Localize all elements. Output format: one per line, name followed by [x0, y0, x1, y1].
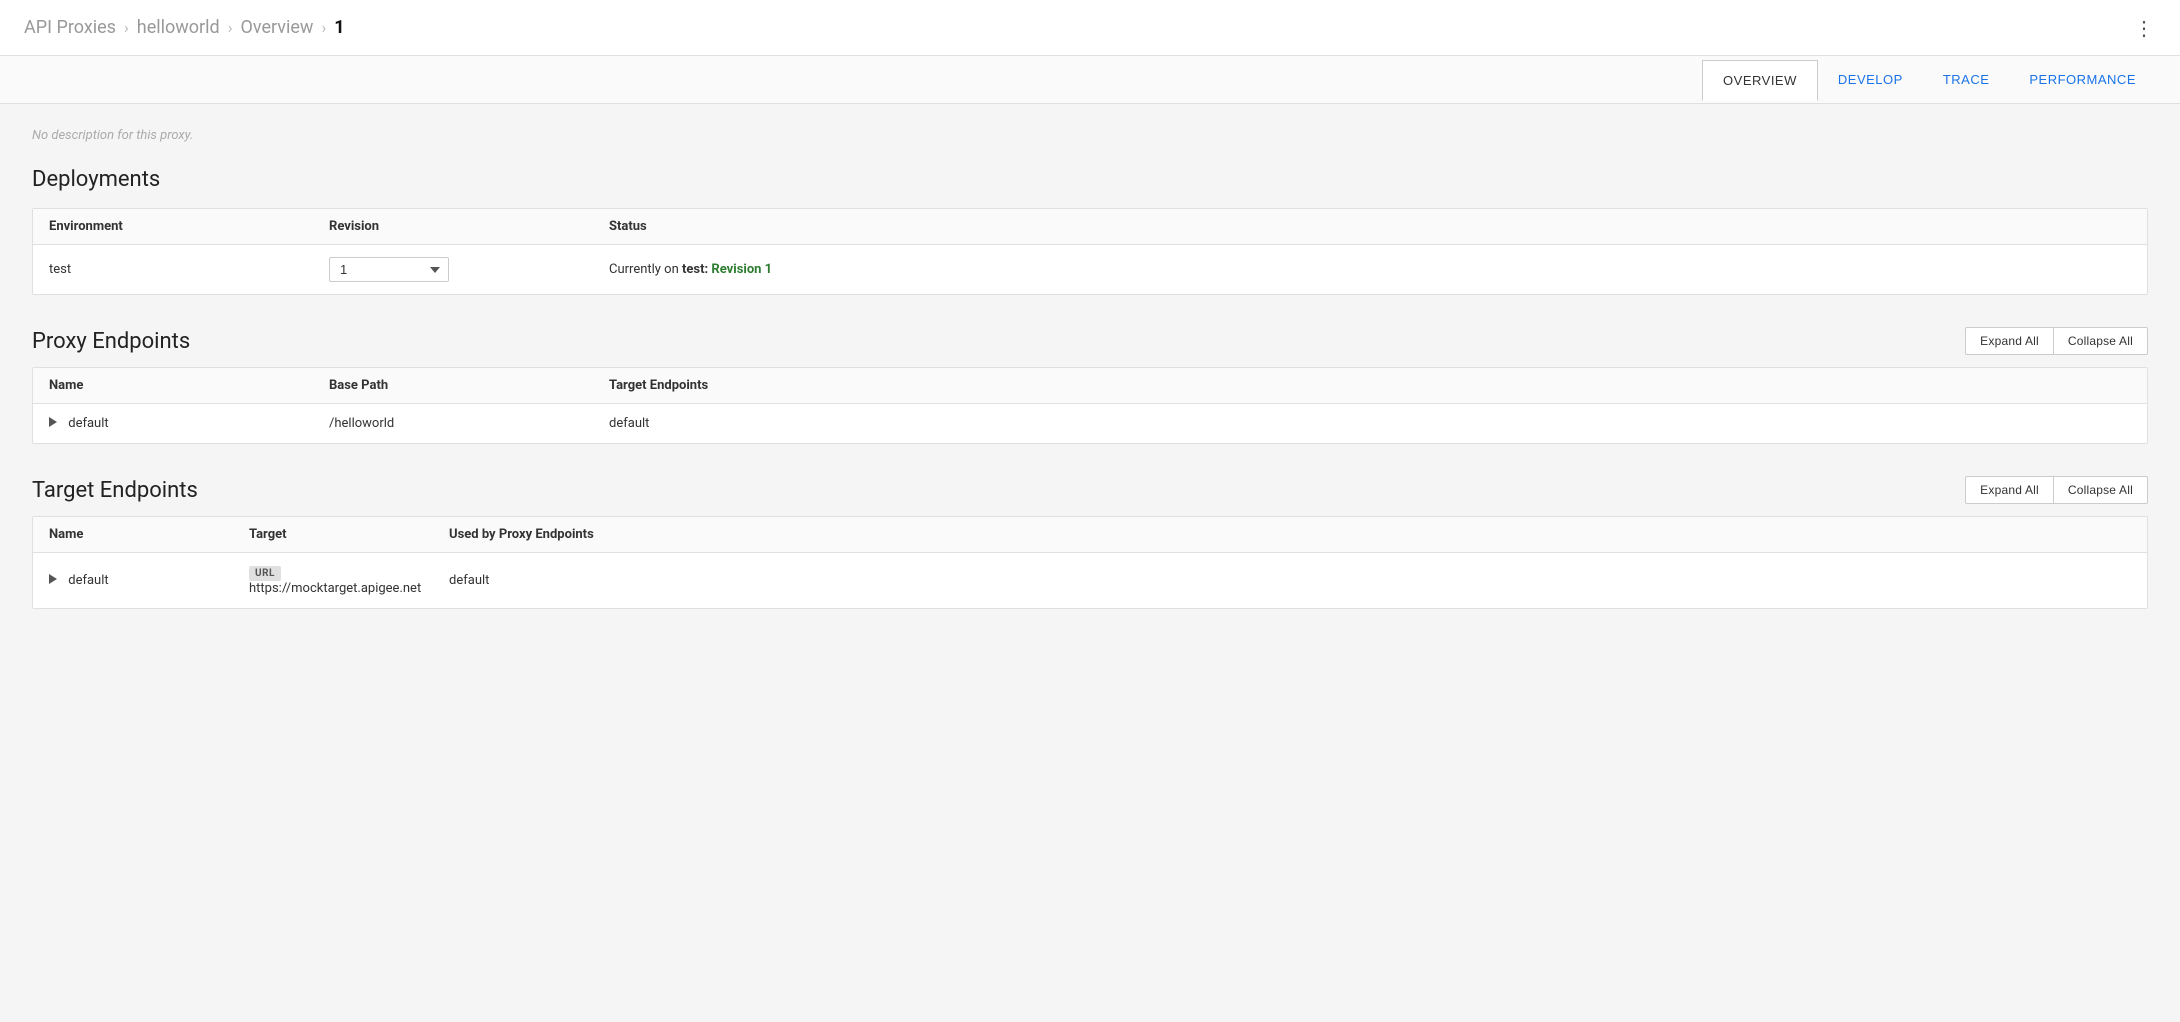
table-row: test 1 Currently on test: Revision 1: [33, 245, 2147, 294]
pe-name-label: default: [68, 416, 108, 431]
pe-name-cell: default: [49, 416, 329, 431]
te-name-cell: default: [49, 573, 249, 588]
tab-overview[interactable]: OVERVIEW: [1702, 60, 1818, 101]
proxy-description: No description for this proxy.: [32, 128, 2148, 143]
environment-cell: test: [49, 262, 329, 277]
col-te-name: Name: [49, 527, 249, 542]
deployments-table: Environment Revision Status test 1 Curre…: [32, 208, 2148, 295]
pe-expand-icon[interactable]: [49, 417, 57, 427]
proxy-endpoints-header: Name Base Path Target Endpoints: [33, 368, 2147, 404]
te-target-url: https://mocktarget.apigee.net: [249, 581, 421, 596]
col-pe-name: Name: [49, 378, 329, 393]
top-bar: API Proxies › helloworld › Overview › 1 …: [0, 0, 2180, 56]
target-endpoints-collapse-all[interactable]: Collapse All: [2053, 476, 2148, 504]
te-expand-icon[interactable]: [49, 574, 57, 584]
breadcrumb-overview[interactable]: Overview: [241, 17, 314, 38]
breadcrumb-api-proxies[interactable]: API Proxies: [24, 17, 116, 38]
deployments-title: Deployments: [32, 167, 2148, 192]
revision-select[interactable]: 1: [329, 257, 449, 282]
breadcrumb-sep-3: ›: [321, 18, 326, 37]
breadcrumb-helloworld[interactable]: helloworld: [137, 17, 220, 38]
proxy-endpoints-section-header: Proxy Endpoints Expand All Collapse All: [32, 327, 2148, 355]
target-endpoints-table: Name Target Used by Proxy Endpoints defa…: [32, 516, 2148, 609]
revision-cell: 1: [329, 257, 609, 282]
col-te-used-by: Used by Proxy Endpoints: [449, 527, 2131, 542]
te-target-cell: URLhttps://mocktarget.apigee.net: [249, 565, 449, 596]
tab-bar: OVERVIEW DEVELOP TRACE PERFORMANCE: [0, 56, 2180, 104]
proxy-endpoints-title: Proxy Endpoints: [32, 329, 190, 354]
status-prefix: Currently on: [609, 262, 679, 277]
proxy-endpoints-table: Name Base Path Target Endpoints default …: [32, 367, 2148, 444]
target-endpoints-section-header: Target Endpoints Expand All Collapse All: [32, 476, 2148, 504]
tab-develop[interactable]: DEVELOP: [1818, 60, 1923, 99]
url-badge: URL: [249, 566, 281, 581]
pe-basepath-cell: /helloworld: [329, 416, 609, 431]
target-endpoints-header: Name Target Used by Proxy Endpoints: [33, 517, 2147, 553]
target-endpoints-expand-all[interactable]: Expand All: [1965, 476, 2053, 504]
col-environment: Environment: [49, 219, 329, 234]
status-cell: Currently on test: Revision 1: [609, 262, 2131, 277]
status-green: Revision 1: [711, 262, 772, 277]
tab-trace[interactable]: TRACE: [1923, 60, 2010, 99]
status-bold: test:: [682, 262, 711, 277]
col-te-target: Target: [249, 527, 449, 542]
te-used-by-cell: default: [449, 573, 2131, 588]
more-options-icon[interactable]: ⋮: [2134, 16, 2156, 40]
breadcrumb-sep-1: ›: [124, 18, 129, 37]
target-endpoints-title: Target Endpoints: [32, 478, 198, 503]
col-pe-target: Target Endpoints: [609, 378, 2131, 393]
breadcrumb: API Proxies › helloworld › Overview › 1: [24, 17, 345, 38]
col-pe-basepath: Base Path: [329, 378, 609, 393]
table-row: default /helloworld default: [33, 404, 2147, 443]
tab-performance[interactable]: PERFORMANCE: [2009, 60, 2156, 99]
breadcrumb-revision: 1: [334, 17, 344, 38]
col-revision: Revision: [329, 219, 609, 234]
target-endpoints-expand-collapse: Expand All Collapse All: [1965, 476, 2148, 504]
proxy-endpoints-expand-all[interactable]: Expand All: [1965, 327, 2053, 355]
proxy-endpoints-collapse-all[interactable]: Collapse All: [2053, 327, 2148, 355]
deployments-header: Environment Revision Status: [33, 209, 2147, 245]
breadcrumb-sep-2: ›: [228, 18, 233, 37]
pe-target-cell: default: [609, 416, 2131, 431]
proxy-endpoints-expand-collapse: Expand All Collapse All: [1965, 327, 2148, 355]
table-row: default URLhttps://mocktarget.apigee.net…: [33, 553, 2147, 608]
main-content: No description for this proxy. Deploymen…: [0, 104, 2180, 1022]
col-status: Status: [609, 219, 2131, 234]
te-name-label: default: [68, 573, 108, 588]
